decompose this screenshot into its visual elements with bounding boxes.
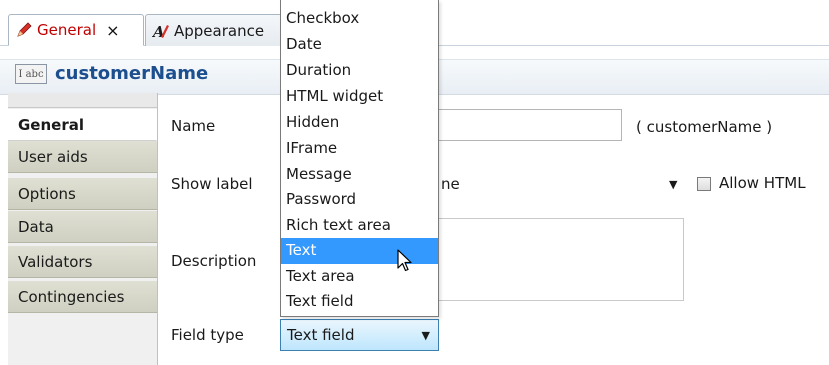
pencil-icon xyxy=(15,21,33,39)
mouse-cursor-icon xyxy=(397,249,413,277)
sidebar-item-general[interactable]: General xyxy=(8,109,157,141)
dropdown-option-hidden[interactable]: Hidden xyxy=(281,110,438,136)
sidebar-item-label: Validators xyxy=(18,252,93,271)
sidebar-item-validators[interactable]: Validators xyxy=(8,246,157,278)
dropdown-option-iframe[interactable]: IFrame xyxy=(281,136,438,162)
dropdown-option-rich-text-area[interactable]: Rich text area xyxy=(281,213,438,239)
chevron-down-icon: ▼ xyxy=(421,328,430,342)
allow-html-label: Allow HTML xyxy=(719,174,806,192)
appearance-icon: A xyxy=(151,22,170,41)
sidebar-item-options[interactable]: Options xyxy=(8,178,157,210)
tab-appearance[interactable]: A Appearance xyxy=(145,14,290,46)
sidebar-item-user-aids[interactable]: User aids xyxy=(8,141,157,173)
tab-general-label: General xyxy=(37,21,97,39)
tab-general[interactable]: General × xyxy=(8,14,144,46)
field-type-value: Text field xyxy=(287,326,355,344)
show-label-label: Show label xyxy=(171,175,253,193)
sidebar-item-label: Contingencies xyxy=(18,287,125,306)
chevron-down-icon[interactable]: ▼ xyxy=(669,178,677,191)
sidebar-item-label: User aids xyxy=(18,147,88,166)
sidebar-item-contingencies[interactable]: Contingencies xyxy=(8,281,157,313)
description-textarea[interactable] xyxy=(425,218,684,301)
sidebar-top-spacer xyxy=(8,93,157,108)
field-name-title: customerName xyxy=(55,63,209,84)
sidebar-item-data[interactable]: Data xyxy=(8,211,157,243)
dropdown-option-password[interactable]: Password xyxy=(281,187,438,213)
dropdown-option-message[interactable]: Message xyxy=(281,162,438,188)
close-icon[interactable]: × xyxy=(106,21,119,40)
dropdown-option-text-area[interactable]: Text area xyxy=(281,264,438,290)
show-label-value: ne xyxy=(441,175,460,193)
show-label-select[interactable] xyxy=(425,169,684,201)
sidebar-item-label: Options xyxy=(18,184,76,203)
name-input[interactable] xyxy=(425,109,622,141)
dropdown-option-text[interactable]: Text xyxy=(281,238,438,264)
name-label: Name xyxy=(171,117,216,135)
field-type-label: Field type xyxy=(171,326,244,344)
dropdown-option-duration[interactable]: Duration xyxy=(281,58,438,84)
text-field-type-icon: I abc xyxy=(15,64,47,84)
sidebar-item-label: General xyxy=(18,115,84,134)
dropdown-option-html-widget[interactable]: HTML widget xyxy=(281,84,438,110)
field-type-dropdown: Checkbox Date Duration HTML widget Hidde… xyxy=(280,0,439,317)
sidebar-item-label: Data xyxy=(18,217,54,236)
name-hint: ( customerName ) xyxy=(636,118,773,136)
dropdown-option-checkbox[interactable]: Checkbox xyxy=(281,6,438,32)
allow-html-checkbox[interactable] xyxy=(697,177,711,191)
dropdown-option-text-field[interactable]: Text field xyxy=(281,289,438,315)
tab-appearance-label: Appearance xyxy=(174,21,265,40)
field-type-select[interactable]: Text field ▼ xyxy=(280,319,439,351)
description-label: Description xyxy=(171,252,257,270)
dropdown-option-date[interactable]: Date xyxy=(281,32,438,58)
